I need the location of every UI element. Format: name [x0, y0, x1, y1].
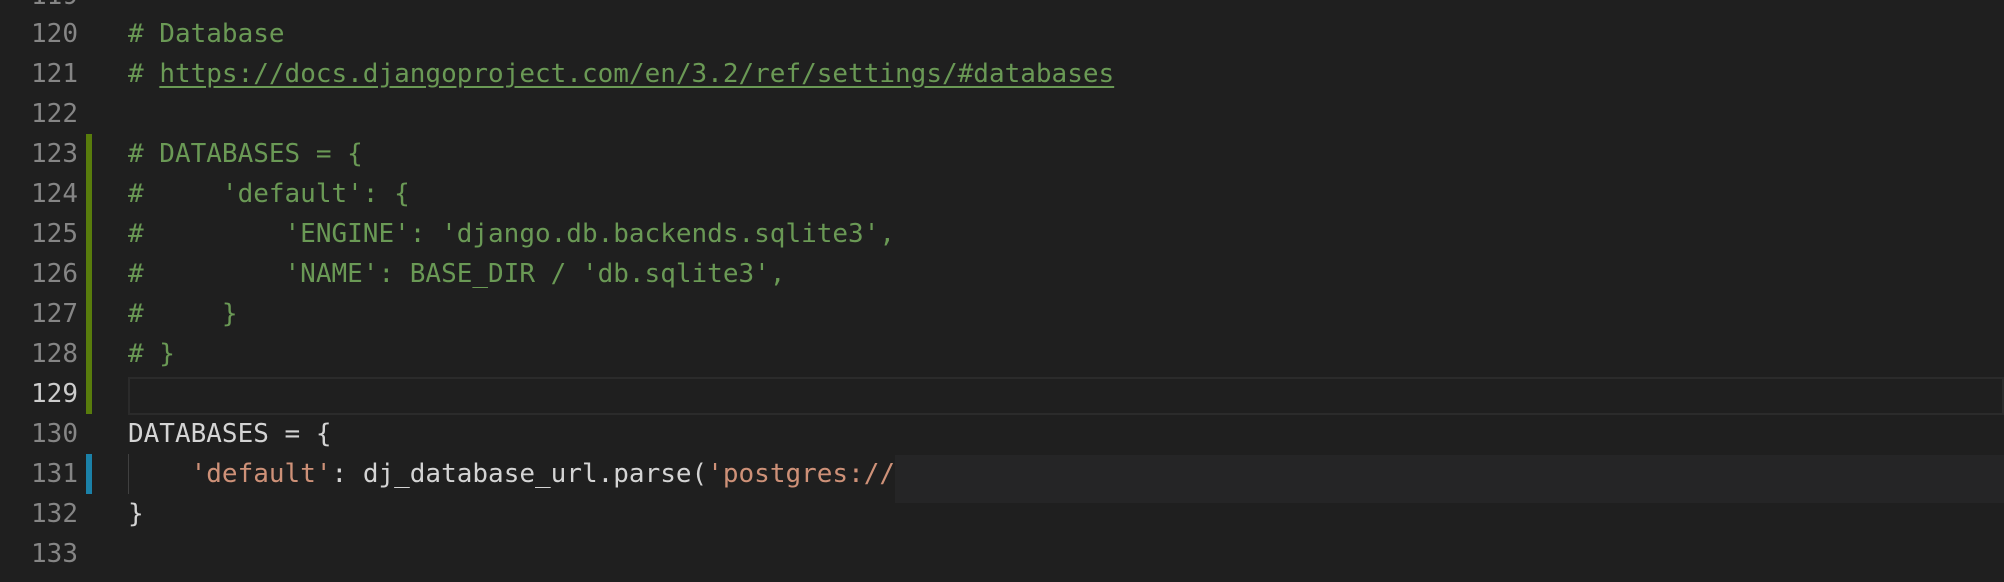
code-line[interactable]: 121 # https://docs.djangoproject.com/en/…	[0, 54, 2004, 94]
code-text: }	[128, 499, 144, 529]
code-line[interactable]: 127 # }	[0, 294, 2004, 334]
line-number: 130	[31, 419, 78, 449]
code-line[interactable]: 122	[0, 94, 2004, 134]
line-number: 133	[31, 539, 78, 569]
line-number: 120	[31, 19, 78, 49]
code-line[interactable]: 126 # 'NAME': BASE_DIR / 'db.sqlite3',	[0, 254, 2004, 294]
git-modified-marker[interactable]	[86, 254, 92, 294]
line-number: 125	[31, 219, 78, 249]
git-modified-marker[interactable]	[86, 134, 92, 174]
comment-prefix: #	[128, 59, 160, 89]
line-number-partial: 119	[0, 0, 78, 9]
line-number: 127	[31, 299, 78, 329]
comment: # 'default': {	[128, 179, 410, 209]
comment: # }	[128, 299, 238, 329]
comment: # https://docs.djangoproject.com/en/3.2/…	[128, 54, 1114, 94]
code-line[interactable]: 125 # 'ENGINE': 'django.db.backends.sqli…	[0, 214, 2004, 254]
line-number: 128	[31, 339, 78, 369]
string-literal: 'default'	[190, 459, 332, 489]
code-line[interactable]: 130 DATABASES = {	[0, 414, 2004, 454]
comment: # 'ENGINE': 'django.db.backends.sqlite3'…	[128, 219, 896, 249]
git-modified-marker[interactable]	[86, 334, 92, 374]
git-modified-marker[interactable]	[86, 214, 92, 254]
git-modified-marker[interactable]	[86, 294, 92, 334]
code-text: 'default': dj_database_url.parse('postgr…	[128, 454, 895, 494]
line-number: 126	[31, 259, 78, 289]
code-line[interactable]: 131 'default': dj_database_url.parse('po…	[0, 454, 2004, 494]
code-line[interactable]: 123 # DATABASES = {	[0, 134, 2004, 174]
git-added-marker[interactable]	[86, 454, 92, 494]
line-number: 131	[31, 459, 78, 489]
code-line[interactable]: 120 # Database	[0, 14, 2004, 54]
code-line[interactable]: 128 # }	[0, 334, 2004, 374]
docs-link[interactable]: https://docs.djangoproject.com/en/3.2/re…	[159, 59, 1114, 89]
code-line[interactable]: 124 # 'default': {	[0, 174, 2004, 214]
code-line[interactable]: 132 }	[0, 494, 2004, 534]
line-number: 122	[31, 99, 78, 129]
code-editor[interactable]: 119 120 # Database 121 # https://docs.dj…	[0, 0, 2004, 582]
line-number: 121	[31, 59, 78, 89]
git-modified-marker[interactable]	[86, 174, 92, 214]
line-number: 124	[31, 179, 78, 209]
code-line[interactable]: 133	[0, 534, 2004, 574]
comment: # Database	[128, 19, 285, 49]
line-number: 123	[31, 139, 78, 169]
code-call: : dj_database_url.parse(	[331, 459, 708, 489]
git-modified-marker[interactable]	[86, 374, 92, 414]
line-number: 129	[31, 379, 78, 409]
string-literal: 'postgres://	[707, 459, 896, 489]
comment: # }	[128, 339, 175, 369]
code-text: DATABASES = {	[128, 419, 332, 449]
comment: # DATABASES = {	[128, 139, 363, 169]
code-line-current[interactable]: 129	[0, 374, 2004, 414]
comment: # 'NAME': BASE_DIR / 'db.sqlite3',	[128, 259, 786, 289]
line-number: 132	[31, 499, 78, 529]
